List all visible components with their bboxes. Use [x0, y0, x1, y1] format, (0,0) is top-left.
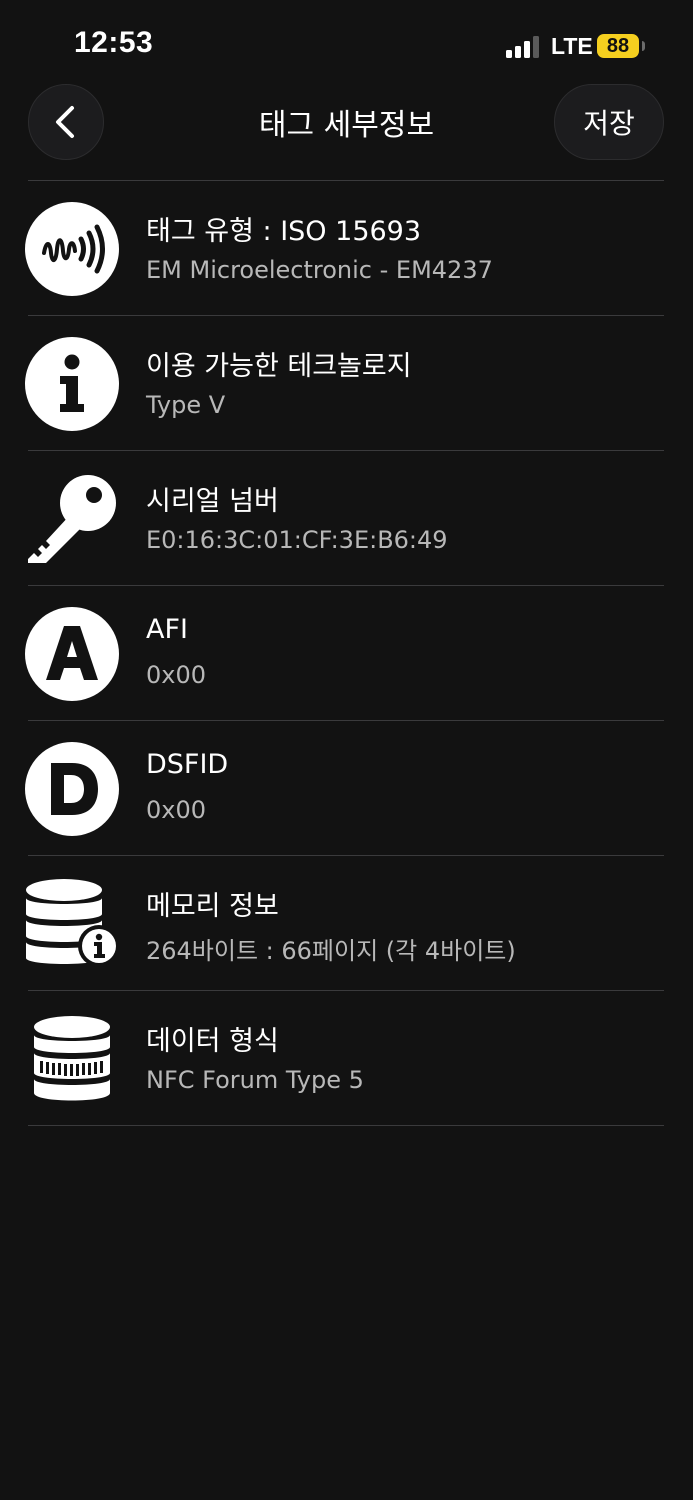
- afi-title: AFI: [146, 614, 188, 645]
- list-item-afi: AFI 0x00: [25, 586, 664, 721]
- list-item-dsfid: DSFID 0x00: [25, 721, 664, 856]
- letter-d-icon: [25, 742, 119, 836]
- status-bar: 12:53 LTE 88: [0, 0, 693, 90]
- signal-strength-icon: [506, 36, 539, 58]
- list-item-tag-type: 태그 유형 : ISO 15693 EM Microelectronic - E…: [25, 181, 664, 316]
- battery-level: 88: [606, 35, 630, 57]
- nfc-wave-icon: [25, 202, 119, 296]
- memory-info-title: 메모리 정보: [146, 891, 279, 922]
- tag-type-value: EM Microelectronic - EM4237: [146, 256, 493, 284]
- technologies-title: 이용 가능한 테크놀로지: [146, 351, 412, 382]
- serial-number-title: 시리얼 넘버: [146, 486, 279, 517]
- list-item-memory-info: 메모리 정보 264바이트 : 66페이지 (각 4바이트): [26, 856, 664, 991]
- technologies-value: Type V: [146, 391, 226, 419]
- data-format-value: NFC Forum Type 5: [146, 1066, 364, 1094]
- database-format-icon: [34, 1016, 110, 1101]
- info-icon: [25, 337, 119, 431]
- memory-info-value: 264바이트 : 66페이지 (각 4바이트): [146, 937, 516, 965]
- tag-type-title: 태그 유형 : ISO 15693: [146, 216, 422, 247]
- serial-number-value: E0:16:3C:01:CF:3E:B6:49: [146, 526, 448, 554]
- list-item-technologies: 이용 가능한 테크놀로지 Type V: [25, 316, 664, 451]
- list-item-data-format: 데이터 형식 NFC Forum Type 5: [28, 991, 664, 1126]
- network-type: LTE: [551, 33, 593, 59]
- tag-detail-list: 태그 유형 : ISO 15693 EM Microelectronic - E…: [25, 180, 664, 1126]
- save-button[interactable]: 저장: [554, 84, 664, 160]
- list-item-serial-number: 시리얼 넘버 E0:16:3C:01:CF:3E:B6:49: [28, 451, 664, 586]
- dsfid-title: DSFID: [146, 749, 229, 780]
- data-format-title: 데이터 형식: [146, 1026, 279, 1057]
- afi-value: 0x00: [146, 661, 207, 689]
- battery-tip: [642, 41, 645, 51]
- letter-a-icon: [25, 607, 119, 701]
- status-time: 12:53: [74, 26, 154, 59]
- battery-icon: 88: [597, 34, 639, 58]
- dsfid-value: 0x00: [146, 796, 207, 824]
- database-info-icon: [26, 879, 120, 967]
- key-icon: [28, 475, 116, 563]
